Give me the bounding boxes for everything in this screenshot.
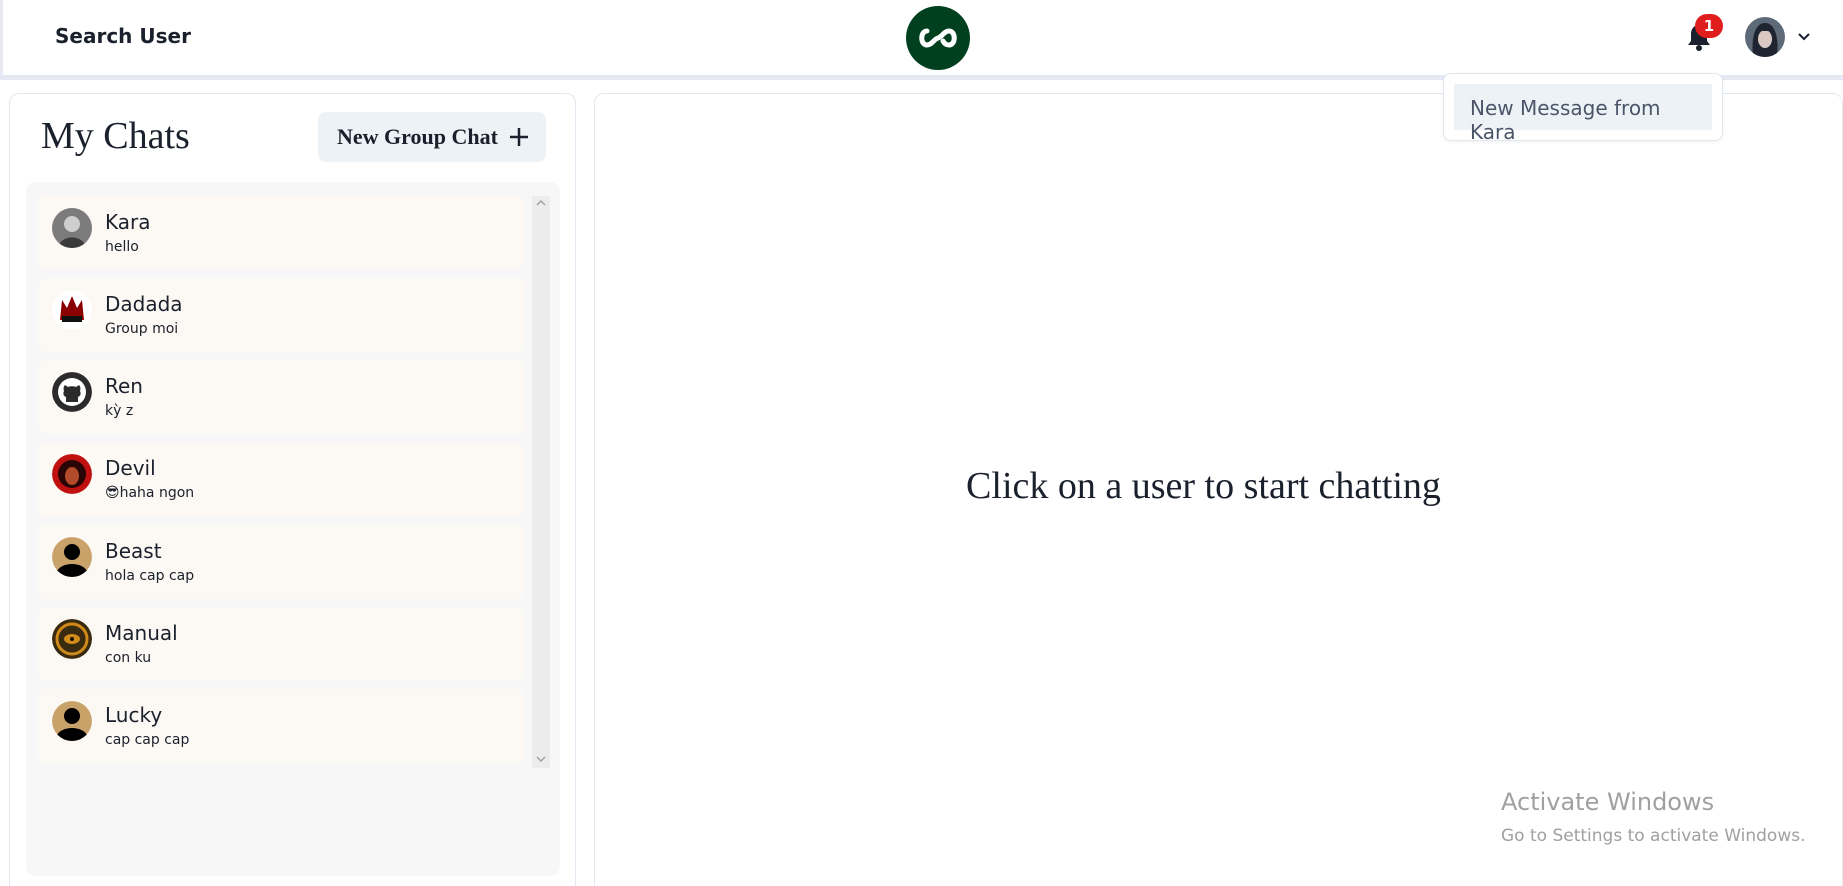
panel-title: My Chats bbox=[41, 115, 190, 157]
chat-name: Dadada bbox=[105, 292, 183, 316]
avatar bbox=[52, 372, 92, 412]
chat-last-message: Group moi bbox=[105, 321, 179, 337]
new-group-chat-label: New Group Chat bbox=[337, 124, 498, 149]
notification-dropdown: New Message from Kara bbox=[1443, 73, 1723, 144]
chat-name: Ren bbox=[105, 374, 143, 398]
chat-item-dadada[interactable]: Dadada Group moi bbox=[38, 278, 524, 352]
chat-item-beast[interactable]: Beast hola cap cap bbox=[38, 525, 524, 599]
empty-chat-placeholder: Click on a user to start chatting bbox=[966, 465, 1441, 507]
chat-last-message: hello bbox=[105, 239, 139, 255]
app-logo bbox=[906, 6, 970, 70]
chat-last-message: kỳ z bbox=[105, 403, 134, 419]
chat-last-message: 😎haha ngon bbox=[105, 485, 195, 501]
infinity-icon bbox=[919, 28, 957, 48]
search-user-button[interactable]: Search User bbox=[55, 24, 191, 48]
avatar bbox=[52, 454, 92, 494]
chat-window: Click on a user to start chatting bbox=[594, 93, 1843, 886]
top-bar: Search User 1 bbox=[0, 0, 1843, 80]
default-user-icon bbox=[52, 701, 92, 741]
chat-name: Manual bbox=[105, 621, 178, 645]
avatar bbox=[52, 701, 92, 741]
chat-item-devil[interactable]: Devil 😎haha ngon bbox=[38, 442, 524, 516]
default-user-icon bbox=[52, 537, 92, 577]
github-icon bbox=[52, 372, 92, 412]
chat-name: Beast bbox=[105, 539, 162, 563]
new-group-chat-button[interactable]: New Group Chat bbox=[318, 112, 546, 162]
scroll-down-icon[interactable] bbox=[536, 754, 546, 764]
avatar bbox=[52, 619, 92, 659]
chat-name: Devil bbox=[105, 456, 156, 480]
watermark-title: Activate Windows bbox=[1501, 788, 1715, 816]
chat-item-ren[interactable]: Ren kỳ z bbox=[38, 360, 524, 434]
chat-last-message: hola cap cap bbox=[105, 568, 195, 584]
avatar bbox=[52, 537, 92, 577]
chat-list-scrollbar[interactable] bbox=[532, 196, 550, 768]
chat-item-kara[interactable]: Kara hello bbox=[38, 196, 524, 270]
notification-badge: 1 bbox=[1695, 14, 1723, 38]
chat-item-manual[interactable]: Manual con ku bbox=[38, 607, 524, 681]
my-chats-panel: My Chats New Group Chat Kara hello Dadad… bbox=[9, 93, 576, 886]
chat-item-lucky[interactable]: Lucky cap cap cap bbox=[38, 689, 524, 763]
watermark-subtitle: Go to Settings to activate Windows. bbox=[1501, 826, 1806, 846]
scroll-up-icon[interactable] bbox=[536, 198, 546, 208]
chat-list-container: Kara hello Dadada Group moi Ren kỳ z Dev… bbox=[26, 182, 560, 876]
chat-last-message: con ku bbox=[105, 650, 152, 666]
avatar bbox=[52, 290, 92, 330]
chevron-down-icon bbox=[1798, 33, 1810, 41]
notification-item[interactable]: New Message from Kara bbox=[1454, 84, 1712, 144]
avatar bbox=[52, 208, 92, 248]
chat-list[interactable]: Kara hello Dadada Group moi Ren kỳ z Dev… bbox=[38, 196, 524, 768]
chat-name: Kara bbox=[105, 210, 151, 234]
profile-menu-chevron[interactable] bbox=[1795, 28, 1813, 46]
activate-windows-watermark: Activate Windows Go to Settings to activ… bbox=[1501, 788, 1806, 846]
plus-icon bbox=[509, 128, 528, 146]
chat-name: Lucky bbox=[105, 703, 163, 727]
chat-last-message: cap cap cap bbox=[105, 732, 190, 748]
profile-avatar[interactable] bbox=[1745, 17, 1785, 57]
